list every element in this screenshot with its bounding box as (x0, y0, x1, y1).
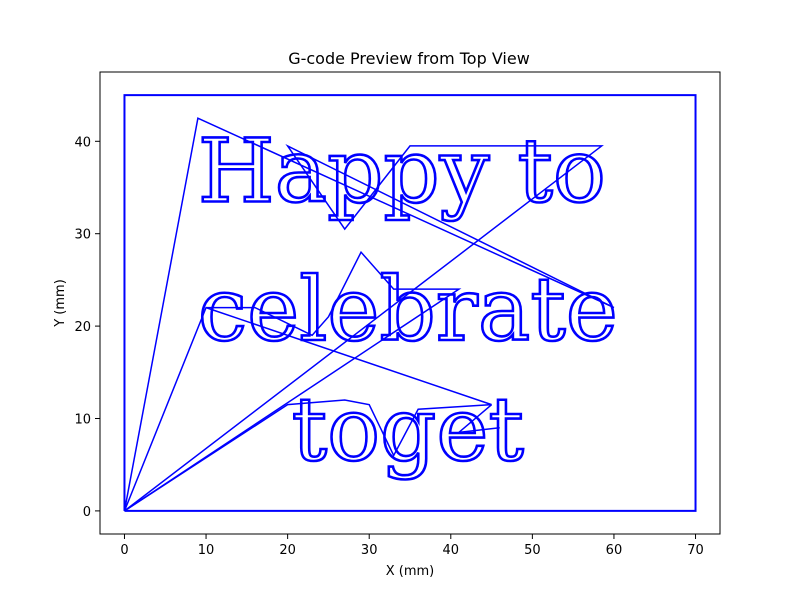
y-axis: 0 10 20 30 40 (74, 135, 100, 520)
y-tick-label: 10 (74, 413, 91, 428)
x-axis-label: X (mm) (386, 564, 435, 579)
x-tick-label: 60 (606, 543, 623, 558)
y-tick-label: 20 (74, 320, 91, 335)
gcode-text-line-1: celebrate (198, 258, 618, 361)
x-tick-label: 0 (120, 543, 128, 558)
chart-title: G-code Preview from Top View (288, 49, 530, 68)
x-tick-label: 50 (524, 543, 541, 558)
gcode-chart: G-code Preview from Top View Happy to cel… (53, 49, 721, 579)
plot-area: Happy to celebrate toget (123, 94, 697, 512)
y-tick-label: 40 (74, 135, 91, 150)
x-tick-label: 70 (687, 543, 704, 558)
x-tick-label: 30 (361, 543, 378, 558)
gcode-text-line-0: Happy to (198, 119, 606, 222)
y-tick-label: 0 (83, 505, 91, 520)
y-axis-label: Y (mm) (53, 279, 68, 328)
gcode-text-line-2: toget (292, 378, 524, 481)
x-tick-label: 40 (443, 543, 460, 558)
x-tick-label: 20 (279, 543, 296, 558)
x-axis: 0 10 20 30 40 50 60 70 (120, 534, 704, 558)
y-tick-label: 30 (74, 228, 91, 243)
x-tick-label: 10 (198, 543, 215, 558)
